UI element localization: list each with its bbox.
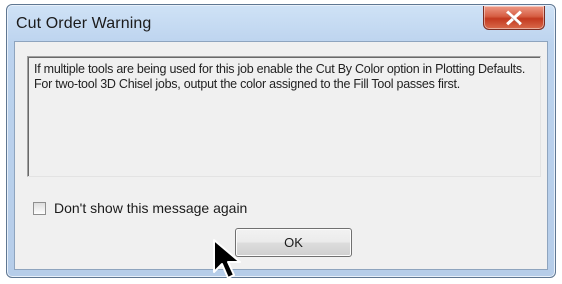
message-text: If multiple tools are being used for thi… [27, 56, 541, 177]
dont-show-again-label[interactable]: Don't show this message again [54, 200, 247, 216]
dialog-body: If multiple tools are being used for thi… [14, 41, 548, 270]
cut-order-warning-dialog: Cut Order Warning If multiple tools are … [6, 4, 556, 278]
close-icon [506, 10, 522, 26]
ok-button-label: OK [284, 235, 303, 250]
dont-show-again-checkbox[interactable] [33, 201, 46, 215]
dialog-title: Cut Order Warning [16, 15, 152, 32]
dont-show-again-row[interactable]: Don't show this message again [33, 198, 247, 218]
ok-button[interactable]: OK [235, 228, 352, 257]
close-button[interactable] [483, 6, 545, 30]
title-bar[interactable]: Cut Order Warning [7, 5, 555, 41]
mouse-pointer-icon [213, 239, 241, 279]
